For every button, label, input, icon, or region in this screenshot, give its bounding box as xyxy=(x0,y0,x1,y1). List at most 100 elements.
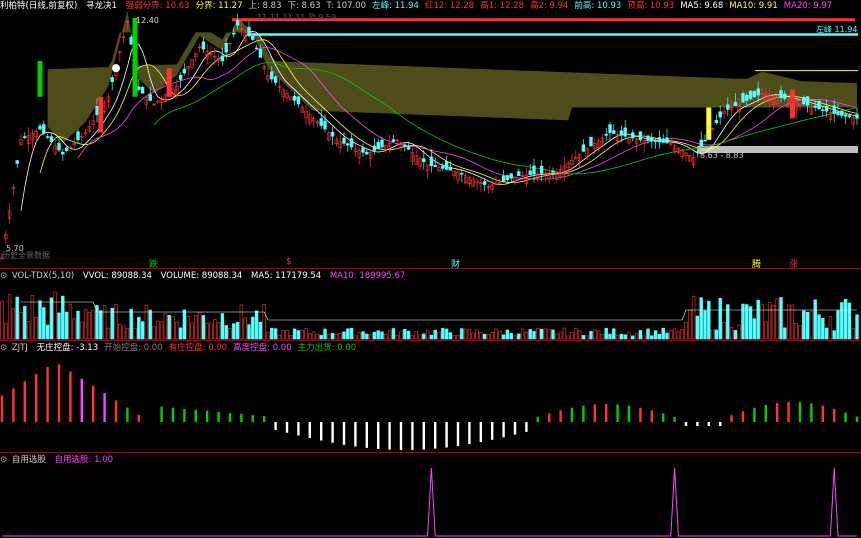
circle-icon[interactable]: ⊙ xyxy=(0,343,7,353)
volume-bar xyxy=(0,301,4,340)
zjtj-name[interactable]: ZJTJ xyxy=(12,343,28,353)
candle-body xyxy=(330,131,335,137)
zjtj-bar xyxy=(228,413,232,422)
stock-title[interactable]: 利柏特(日线,前复权) xyxy=(0,1,77,11)
zjtj-bar xyxy=(171,407,175,422)
vol-name[interactable]: VOL-TDX(5,10) xyxy=(12,271,74,281)
volume-bar xyxy=(631,335,635,340)
volume-bar xyxy=(460,328,464,340)
candle-body xyxy=(422,158,426,163)
zjtj-bar xyxy=(662,413,665,422)
volume-bar xyxy=(593,329,597,340)
candle-body xyxy=(843,114,848,117)
volume-bar xyxy=(7,294,12,340)
volume-bar xyxy=(254,310,259,340)
zjtj-bar xyxy=(616,404,619,422)
volume-bar xyxy=(285,330,289,340)
volume-bar xyxy=(528,329,532,340)
zjtj-header-item: 主力出货: 0.00 xyxy=(297,343,357,353)
volume-bar xyxy=(733,330,738,340)
volume-bar xyxy=(653,330,658,340)
volume-bar xyxy=(266,331,270,340)
candle-body xyxy=(756,88,760,96)
volume-bar xyxy=(300,329,304,340)
zjtj-bar xyxy=(833,408,836,422)
zjtj-bar xyxy=(217,411,220,422)
volume-bar xyxy=(452,335,456,340)
volume-bar xyxy=(395,334,399,340)
volume-bar xyxy=(665,332,669,340)
volume-bar xyxy=(34,317,38,340)
zjtj-bar xyxy=(821,405,824,422)
signal-bar xyxy=(132,18,138,97)
candle-body xyxy=(235,20,240,26)
volume-bar xyxy=(619,333,624,340)
volume-bar xyxy=(520,328,525,340)
volume-chart[interactable] xyxy=(0,282,861,340)
volume-bar xyxy=(327,333,331,340)
volume-bar xyxy=(399,330,403,340)
volume-bar xyxy=(213,319,217,340)
volume-bar xyxy=(243,317,247,340)
volume-bar xyxy=(197,311,202,340)
volume-bar xyxy=(178,327,183,340)
zjtj-bar xyxy=(570,407,574,422)
volume-bar xyxy=(334,334,339,340)
pane-divider[interactable] xyxy=(0,268,861,269)
volume-bar xyxy=(247,324,251,340)
volume-bar xyxy=(699,297,703,340)
zjtj-bar xyxy=(194,409,197,422)
candle-body xyxy=(380,139,384,148)
candle-body xyxy=(741,93,745,103)
zjtj-bar xyxy=(639,407,642,422)
volume-bar xyxy=(433,329,437,340)
volume-bar xyxy=(824,327,829,340)
volume-bar xyxy=(539,328,544,340)
volume-bar xyxy=(311,331,316,340)
zjtj-bar xyxy=(525,422,528,432)
candle-body xyxy=(57,142,61,151)
volume-bar xyxy=(372,331,377,340)
candle-body xyxy=(657,137,662,143)
volume-bar xyxy=(813,299,817,340)
volume-bar xyxy=(99,310,103,340)
volume-bar xyxy=(498,330,502,340)
volume-bar xyxy=(406,330,411,340)
main-header-item: 分界: 11.27 xyxy=(195,1,243,11)
candle-body xyxy=(733,101,738,107)
volume-bar xyxy=(756,299,760,340)
candle-body xyxy=(718,111,722,118)
volume-bar xyxy=(186,316,190,340)
zjtj-bar xyxy=(696,422,699,426)
volume-bar xyxy=(779,297,783,340)
select-name[interactable]: 自用选股 xyxy=(12,455,46,465)
zjtj-bar xyxy=(80,378,83,422)
volume-bar xyxy=(429,334,434,340)
circle-icon[interactable]: ⊙ xyxy=(0,271,7,281)
volume-bar xyxy=(475,329,479,340)
volume-bar xyxy=(718,297,722,340)
candle-body xyxy=(232,32,236,35)
pane-divider[interactable] xyxy=(0,452,861,453)
volume-bar xyxy=(376,330,380,340)
price-chart[interactable] xyxy=(0,12,861,268)
candle-body xyxy=(391,139,396,142)
zjtj-bar xyxy=(707,422,710,426)
main-header-item: T: 107.00 xyxy=(326,1,367,11)
select-chart[interactable] xyxy=(0,466,861,538)
ma5-line xyxy=(20,30,858,211)
zjtj-chart[interactable] xyxy=(0,354,861,452)
zjtj-bar xyxy=(137,414,140,422)
candle-body xyxy=(619,130,624,136)
indicator-name[interactable]: 寻龙决1 xyxy=(86,1,117,11)
volume-bar xyxy=(171,316,175,340)
volume-bar xyxy=(152,326,156,340)
zjtj-pane-header: ⊙ ZJTJ 无庄控盘: -3.13 开始控盘: 0.00 有庄控盘: 0.00 高度… xyxy=(0,342,368,354)
volume-bar xyxy=(38,300,42,340)
zjtj-bar xyxy=(502,422,505,438)
circle-icon[interactable]: ⊙ xyxy=(0,455,7,465)
pane-divider[interactable] xyxy=(0,340,861,341)
volume-bar xyxy=(608,333,612,340)
volume-bar xyxy=(262,303,266,340)
zjtj-bar xyxy=(468,422,471,445)
